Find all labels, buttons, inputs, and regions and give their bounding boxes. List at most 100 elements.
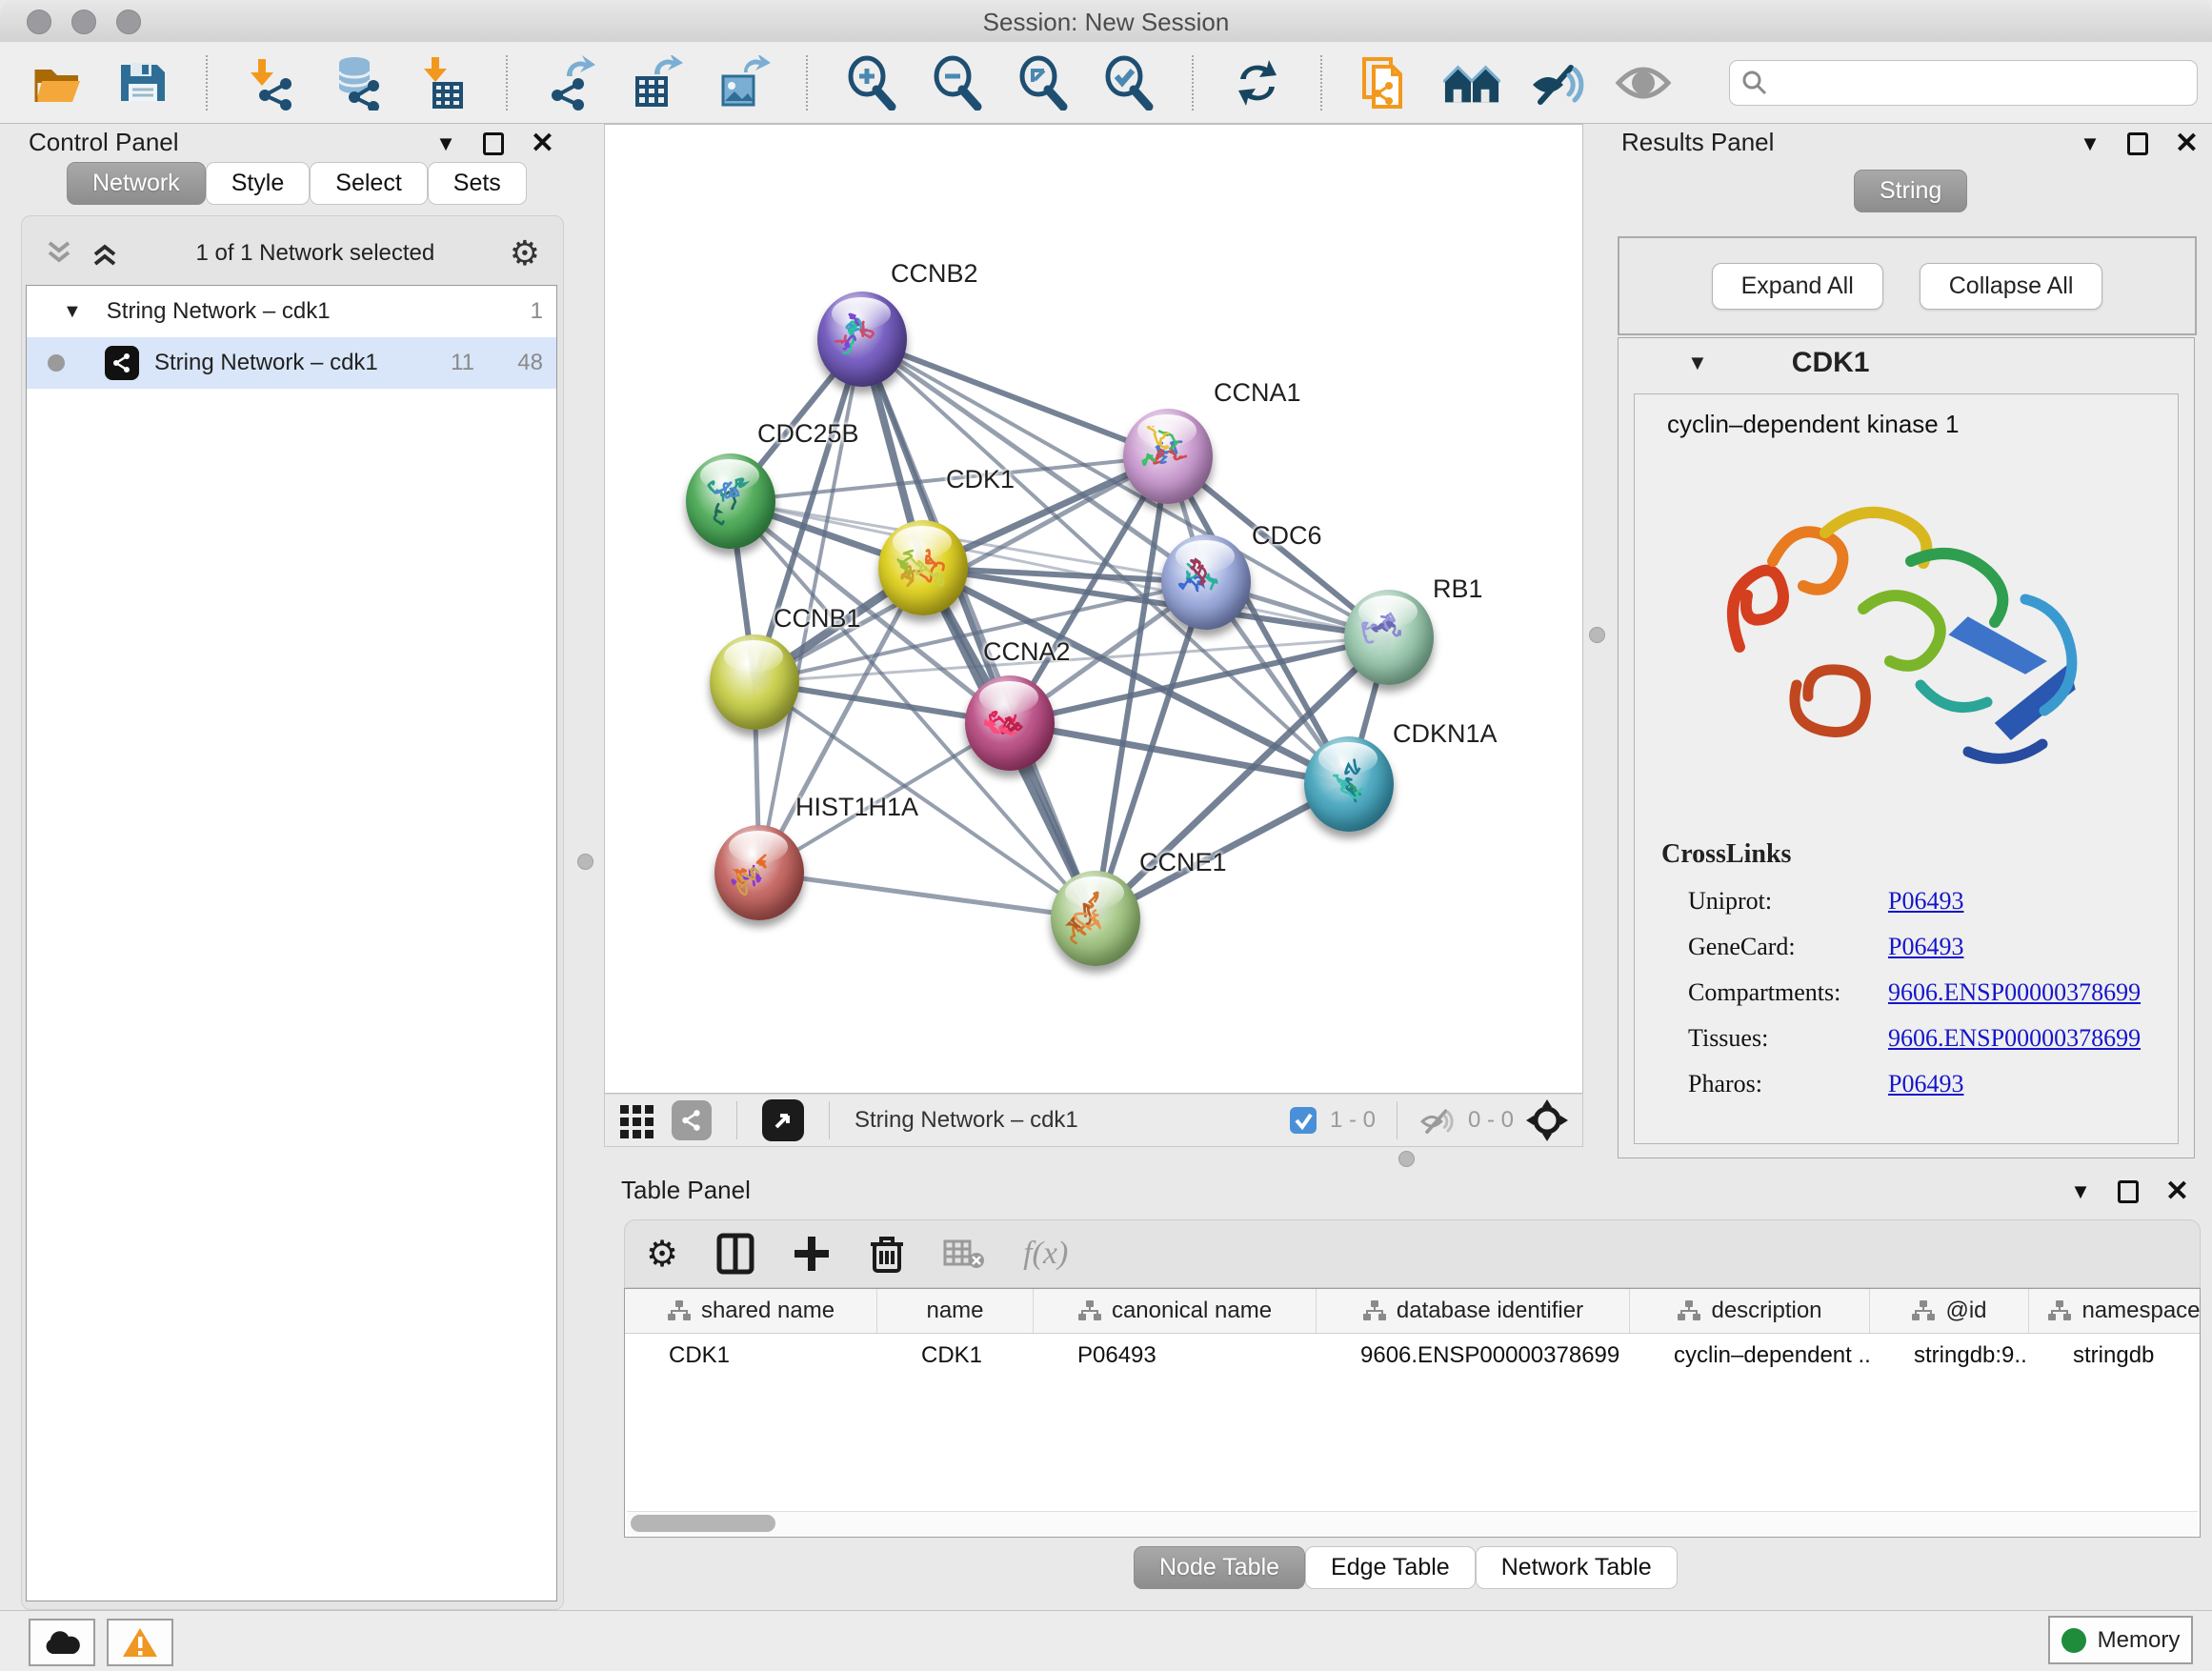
column-header-canonical-name[interactable]: canonical name — [1034, 1289, 1317, 1333]
warnings-button[interactable] — [107, 1619, 173, 1666]
crosslink-link[interactable]: 9606.ENSP00000378699 — [1888, 978, 2141, 1007]
show-hidden-button[interactable] — [1615, 54, 1672, 111]
cell-canonical-name[interactable]: P06493 — [1034, 1334, 1317, 1378]
panel-close-icon[interactable]: ✕ — [2175, 130, 2199, 158]
tab-style[interactable]: Style — [206, 162, 311, 205]
hide-selected-button[interactable] — [1529, 54, 1586, 111]
node-CCNB2[interactable] — [817, 292, 907, 387]
import-table-file-button[interactable] — [414, 54, 472, 111]
panel-menu-icon[interactable]: ▼ — [2080, 133, 2101, 154]
column-header-name[interactable]: name — [877, 1289, 1034, 1333]
show-all-networks-button[interactable] — [1443, 54, 1500, 111]
zoom-out-icon — [930, 55, 985, 111]
network-view-mode-icon[interactable] — [672, 1100, 712, 1140]
zoom-fit-button[interactable] — [1015, 54, 1072, 111]
panel-menu-icon[interactable]: ▼ — [2070, 1181, 2091, 1202]
crosslink-link[interactable]: P06493 — [1888, 1070, 1963, 1098]
import-network-database-button[interactable] — [329, 54, 386, 111]
crosslink-link[interactable]: P06493 — [1888, 887, 1963, 916]
node-CCNA1[interactable] — [1123, 409, 1213, 504]
cell-namespace[interactable]: stringdb — [2029, 1334, 2201, 1378]
panel-float-icon[interactable] — [2127, 132, 2148, 155]
birds-eye-view-icon[interactable] — [762, 1099, 804, 1141]
delete-column-trash-icon[interactable] — [869, 1233, 905, 1275]
node-CDKN1A[interactable] — [1304, 736, 1394, 832]
cloud-status-button[interactable] — [29, 1619, 95, 1666]
column-header-database-identifier[interactable]: database identifier — [1317, 1289, 1630, 1333]
collapse-all-button[interactable]: Collapse All — [1920, 263, 2103, 310]
tab-select[interactable]: Select — [310, 162, 427, 205]
tab-sets[interactable]: Sets — [428, 162, 527, 205]
fit-selected-crosshair-icon[interactable] — [1525, 1098, 1569, 1142]
node-CCNE1[interactable] — [1051, 871, 1140, 966]
zoom-selected-button[interactable] — [1100, 54, 1157, 111]
cell--id[interactable]: stringdb:9... — [1870, 1334, 2029, 1378]
tab-network[interactable]: Network — [67, 162, 206, 205]
expand-all-icon[interactable] — [89, 239, 121, 268]
zoom-in-button[interactable] — [843, 54, 900, 111]
cell-description[interactable]: cyclin–dependent ... — [1630, 1334, 1870, 1378]
cell-shared-name[interactable]: CDK1 — [625, 1334, 877, 1378]
clone-network-button[interactable] — [1357, 54, 1415, 111]
right-splitter-handle[interactable] — [1589, 627, 1605, 643]
node-RB1[interactable] — [1344, 590, 1434, 685]
tab-edge-table[interactable]: Edge Table — [1305, 1546, 1476, 1589]
cdk1-section-header[interactable]: ▼ CDK1 — [1619, 338, 2194, 388]
crosslink-link[interactable]: P06493 — [1888, 933, 1963, 961]
open-session-button[interactable] — [29, 54, 86, 111]
edge-CCNB2-CCNA1[interactable] — [862, 339, 1168, 456]
grid-view-icon[interactable] — [618, 1101, 656, 1139]
column-header-shared-name[interactable]: shared name — [625, 1289, 877, 1333]
table-settings-gear-icon[interactable]: ⚙ — [646, 1233, 678, 1276]
collapse-all-icon[interactable] — [43, 239, 75, 268]
column-header--id[interactable]: @id — [1870, 1289, 2029, 1333]
gear-icon[interactable]: ⚙ — [510, 233, 540, 273]
node-CDC6[interactable] — [1161, 534, 1251, 630]
panel-menu-icon[interactable]: ▼ — [435, 133, 456, 154]
node-CCNA2[interactable] — [965, 675, 1055, 771]
tab-node-table[interactable]: Node Table — [1134, 1546, 1305, 1589]
selected-checkbox-icon[interactable] — [1288, 1105, 1318, 1136]
column-header-namespace[interactable]: namespace — [2029, 1289, 2201, 1333]
refresh-layout-button[interactable] — [1229, 54, 1286, 111]
tab-string[interactable]: String — [1854, 170, 1967, 212]
export-table-button[interactable] — [629, 54, 686, 111]
node-HIST1H1A[interactable] — [714, 825, 804, 920]
edge-CCNA2-CDKN1A[interactable] — [1010, 723, 1349, 784]
zoom-out-button[interactable] — [929, 54, 986, 111]
add-column-icon[interactable] — [793, 1235, 831, 1273]
crosslink-link[interactable]: 9606.ENSP00000378699 — [1888, 1024, 2141, 1053]
export-network-button[interactable] — [543, 54, 600, 111]
scrollbar-thumb[interactable] — [631, 1515, 775, 1532]
panel-float-icon[interactable] — [2118, 1180, 2139, 1203]
left-splitter-handle[interactable] — [577, 854, 593, 870]
collapse-arrow-icon[interactable]: ▼ — [1687, 351, 1708, 375]
bottom-splitter-handle[interactable] — [1398, 1151, 1415, 1167]
memory-button[interactable]: Memory — [2048, 1616, 2193, 1664]
network-collection-row[interactable]: ▼ String Network – cdk1 1 — [27, 286, 556, 337]
node-CDK1[interactable] — [878, 520, 968, 615]
delete-table-icon[interactable] — [943, 1238, 985, 1270]
network-row-selected[interactable]: String Network – cdk1 11 48 — [27, 337, 556, 389]
node-CDC25B[interactable] — [686, 453, 775, 549]
network-canvas[interactable]: CCNB2CCNA1CDC25BCDK1CDC6RB1CCNB1CCNA2CDK… — [604, 124, 1583, 1094]
node-CCNB1[interactable] — [710, 634, 799, 730]
export-image-button[interactable] — [714, 54, 772, 111]
cell-name[interactable]: CDK1 — [877, 1334, 1034, 1378]
cell-database-identifier[interactable]: 9606.ENSP00000378699 — [1317, 1334, 1630, 1378]
function-builder-icon[interactable]: f(x) — [1023, 1236, 1068, 1272]
column-header-description[interactable]: description — [1630, 1289, 1870, 1333]
show-columns-icon[interactable] — [716, 1233, 754, 1275]
expand-all-button[interactable]: Expand All — [1712, 263, 1883, 310]
panel-float-icon[interactable] — [483, 132, 504, 155]
search-input[interactable] — [1776, 69, 2185, 97]
panel-close-icon[interactable]: ✕ — [2165, 1178, 2189, 1206]
table-row[interactable]: CDK1CDK1P064939606.ENSP00000378699cyclin… — [625, 1334, 2200, 1378]
tab-network-table[interactable]: Network Table — [1476, 1546, 1678, 1589]
hidden-eye-icon[interactable] — [1418, 1104, 1457, 1137]
collapse-arrow-icon[interactable]: ▼ — [63, 301, 82, 323]
import-network-file-button[interactable] — [243, 54, 300, 111]
edge-HIST1H1A-CCNE1[interactable] — [759, 873, 1096, 918]
panel-close-icon[interactable]: ✕ — [531, 130, 554, 158]
save-session-button[interactable] — [114, 54, 171, 111]
